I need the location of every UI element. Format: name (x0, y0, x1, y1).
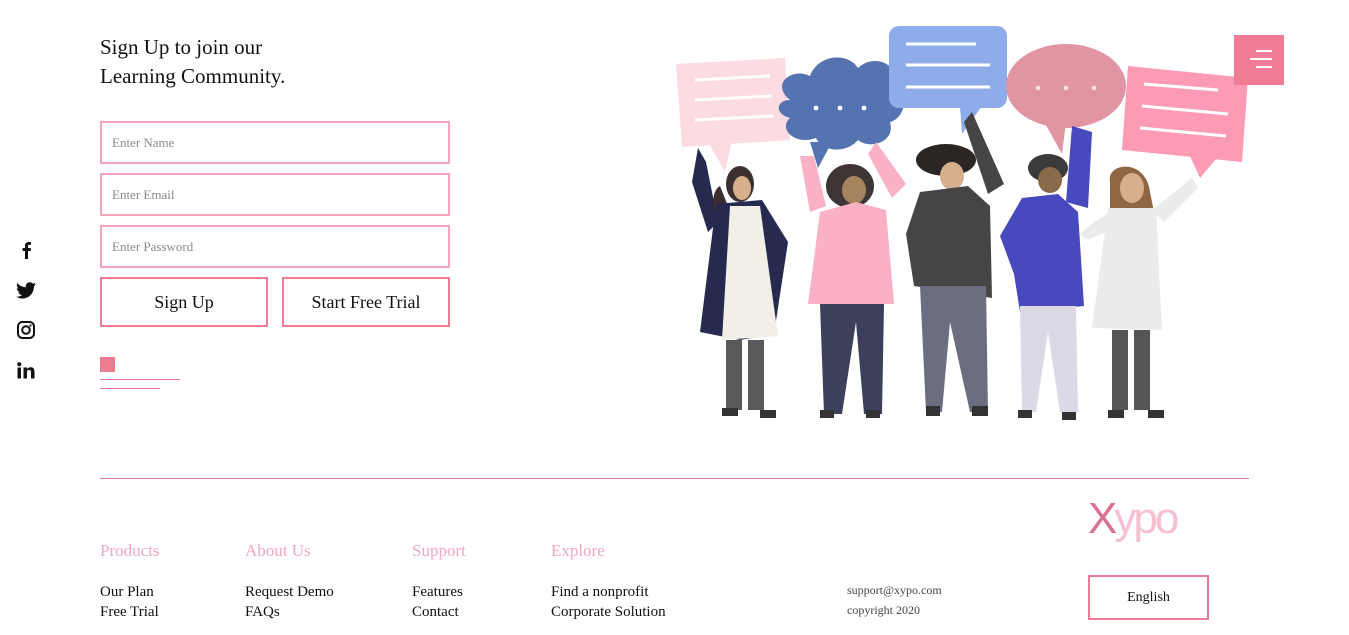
footer-link-contact[interactable]: Contact (412, 602, 459, 622)
community-illustration (676, 26, 1248, 420)
signup-button[interactable]: Sign Up (100, 277, 268, 327)
speech-bubble-pink (1122, 66, 1248, 178)
speech-bubble-cloud (778, 57, 904, 168)
facebook-icon[interactable] (14, 238, 38, 262)
menu-button[interactable] (1234, 35, 1284, 85)
social-links (14, 238, 38, 398)
person-5 (1080, 166, 1198, 418)
twitter-icon[interactable] (14, 278, 38, 302)
person-1 (692, 148, 788, 418)
logo-rest: ypo (1114, 494, 1179, 543)
name-input[interactable] (100, 121, 450, 164)
footer-divider (100, 478, 1249, 479)
person-2 (800, 142, 906, 418)
language-selector[interactable]: English (1088, 575, 1209, 620)
speech-bubble-oval (1006, 44, 1126, 154)
linkedin-icon[interactable] (14, 358, 38, 382)
support-email[interactable]: support@xypo.com (847, 583, 942, 598)
start-free-trial-button[interactable]: Start Free Trial (282, 277, 450, 327)
footer-link-our-plan[interactable]: Our Plan (100, 582, 154, 602)
speech-bubble-left (676, 58, 790, 172)
footer-link-faqs[interactable]: FAQs (245, 602, 280, 622)
footer-link-corporate-solution[interactable]: Corporate Solution (551, 602, 666, 622)
signup-heading: Sign Up to join our Learning Community. (100, 33, 420, 91)
footer-col-title-support: Support (412, 541, 466, 560)
person-4 (1000, 126, 1092, 420)
menu-icon (1250, 58, 1272, 60)
person-3 (906, 112, 1004, 416)
heading-line1: Sign Up to join our (100, 35, 263, 59)
footer-link-features[interactable]: Features (412, 582, 463, 602)
footer-col-title-products: Products (100, 541, 160, 560)
password-input[interactable] (100, 225, 450, 268)
footer-link-request-demo[interactable]: Request Demo (245, 582, 334, 602)
speech-bubble-blue (889, 26, 1007, 134)
heading-line2: Learning Community. (100, 64, 286, 88)
xypo-logo[interactable]: Xypo (1088, 494, 1179, 544)
logo-x: X (1088, 494, 1117, 543)
footer-link-free-trial[interactable]: Free Trial (100, 602, 159, 622)
menu-icon (1256, 50, 1272, 52)
footer-col-title-about: About Us (245, 541, 311, 560)
menu-icon (1256, 66, 1272, 68)
instagram-icon[interactable] (14, 318, 38, 342)
decor-line (100, 379, 180, 380)
email-input[interactable] (100, 173, 450, 216)
decor-square (100, 357, 115, 372)
decor-line (100, 388, 160, 389)
copyright-text: copyright 2020 (847, 603, 920, 617)
footer-col-title-explore: Explore (551, 541, 605, 560)
footer-link-find-nonprofit[interactable]: Find a nonprofit (551, 582, 649, 602)
